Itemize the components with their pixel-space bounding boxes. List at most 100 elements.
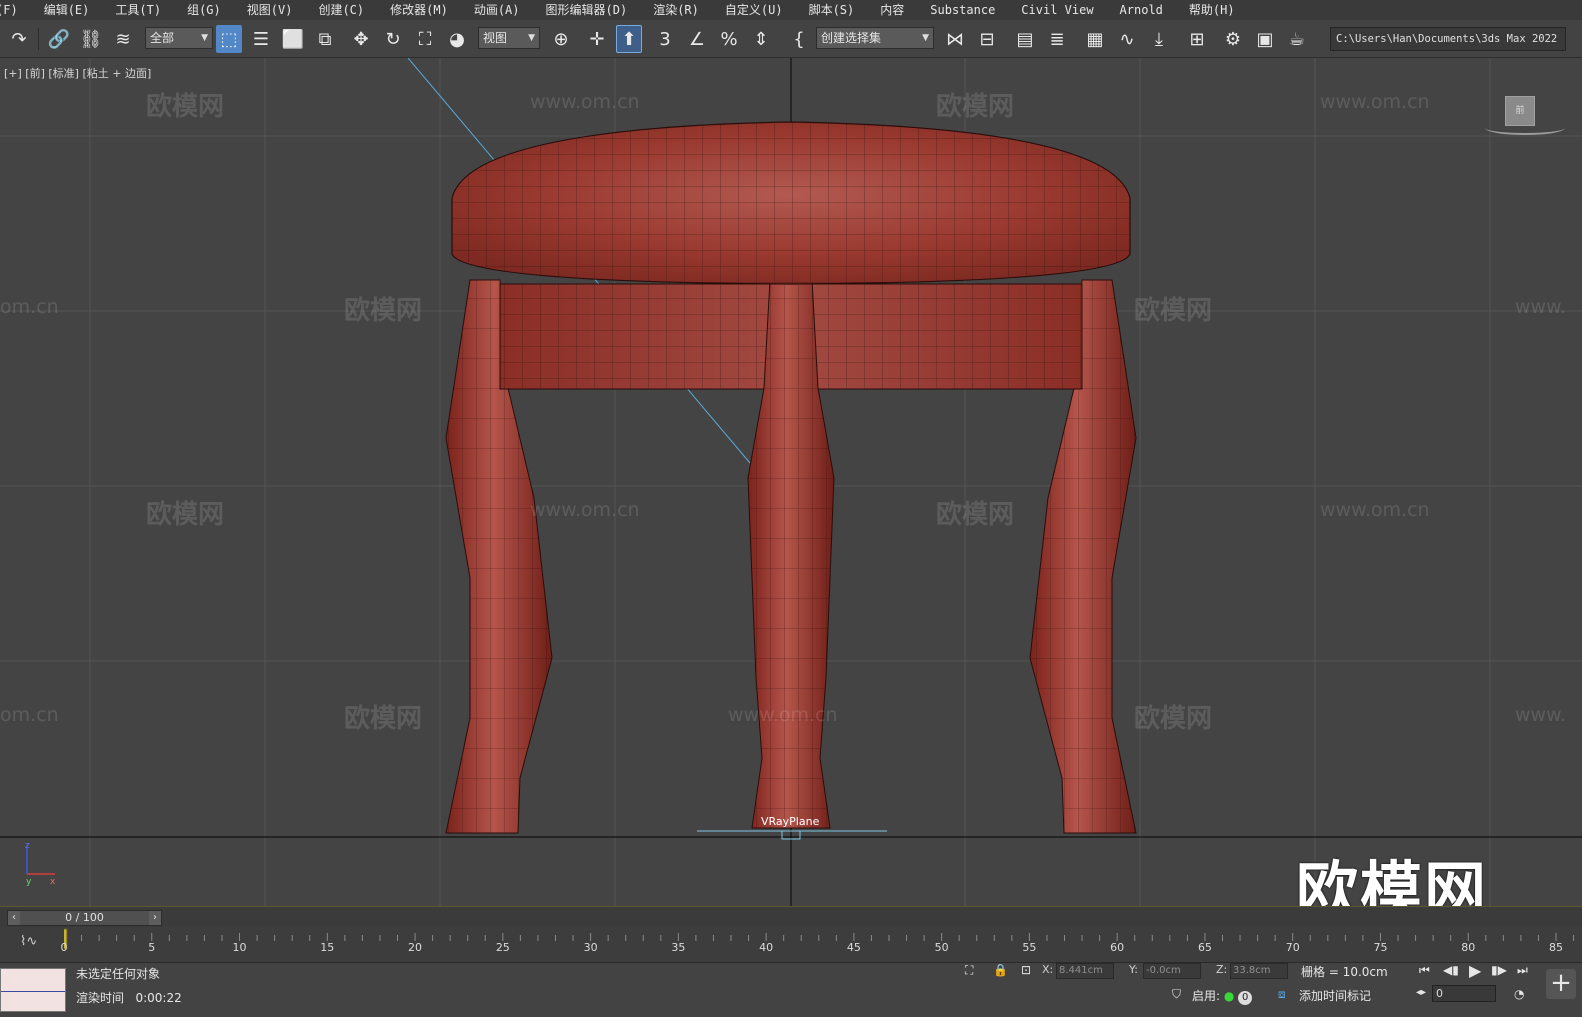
menu-item[interactable]: (F) bbox=[0, 0, 31, 20]
named-selection-dropdown[interactable]: 创建选择集 ▼ bbox=[816, 27, 934, 49]
z-label: Z: bbox=[1216, 963, 1228, 976]
menu-item[interactable]: Substance bbox=[917, 0, 1008, 20]
time-config-icon[interactable]: ◔ bbox=[1514, 987, 1524, 1001]
next-frame-icon[interactable]: ▮▶ bbox=[1491, 963, 1507, 977]
viewport-label-menu[interactable]: [+] [前] [标准] [粘土 + 边面] bbox=[4, 65, 151, 81]
previous-frame-icon[interactable]: ◀▮ bbox=[1443, 963, 1459, 977]
menu-item[interactable]: 编辑(E) bbox=[31, 0, 103, 20]
menu-item[interactable]: 帮助(H) bbox=[1176, 0, 1248, 20]
vray-plane-gizmo bbox=[697, 830, 887, 840]
tick-label: 55 bbox=[1022, 941, 1037, 954]
snaps-toggle-icon[interactable]: 3 bbox=[652, 25, 678, 53]
move-icon[interactable]: ✥ bbox=[348, 25, 374, 53]
time-slider-bar: ‹ 0 / 100 › bbox=[0, 906, 1582, 927]
z-coordinate-field[interactable]: 33.8cm bbox=[1230, 963, 1288, 979]
viewcube-compass-ring[interactable] bbox=[1485, 121, 1565, 135]
menu-item[interactable]: 工具(T) bbox=[102, 0, 174, 20]
menu-item[interactable]: 组(G) bbox=[174, 0, 234, 20]
curve-editor-icon[interactable]: ∿ bbox=[1114, 25, 1140, 53]
place-icon[interactable]: ◕ bbox=[444, 25, 470, 53]
mirror-icon[interactable]: ⋈ bbox=[942, 25, 968, 53]
menu-item[interactable]: 修改器(M) bbox=[377, 0, 461, 20]
tick-label: 45 bbox=[846, 941, 861, 954]
render-teapot-icon[interactable]: ☕ bbox=[1284, 25, 1310, 53]
menu-item[interactable]: 脚本(S) bbox=[796, 0, 868, 20]
window-crossing-icon[interactable]: ⧉ bbox=[312, 25, 338, 53]
go-to-end-icon[interactable]: ⏭ bbox=[1517, 963, 1528, 978]
edit-named-selection-icon[interactable]: { bbox=[786, 25, 812, 53]
chevron-right-icon[interactable]: › bbox=[149, 911, 161, 925]
enable-label: 启用: ● 0 bbox=[1192, 987, 1253, 1005]
schematic-view-icon[interactable]: ⤓ bbox=[1146, 25, 1172, 53]
rendered-frame-window-icon[interactable]: ▣ bbox=[1252, 25, 1278, 53]
toolbar-separator bbox=[38, 28, 39, 50]
menu-item[interactable]: 创建(C) bbox=[305, 0, 377, 20]
rotate-icon[interactable]: ↻ bbox=[380, 25, 406, 53]
spinner-snap-icon[interactable]: ⇕ bbox=[748, 25, 774, 53]
menu-item[interactable]: Arnold bbox=[1107, 0, 1176, 20]
watermark-url-partial: om.cn bbox=[0, 296, 59, 318]
viewport-canvas[interactable]: z y x bbox=[0, 58, 1582, 906]
menu-item[interactable]: 渲染(R) bbox=[640, 0, 712, 20]
unlink-icon[interactable]: ⛓ bbox=[78, 25, 104, 53]
link-icon[interactable]: 🔗 bbox=[46, 25, 72, 53]
x-coordinate-field[interactable]: 8.441cm bbox=[1056, 963, 1114, 979]
absolute-mode-icon[interactable]: ⊡ bbox=[1021, 963, 1031, 977]
ribbon-toggle-icon[interactable]: ▦ bbox=[1082, 25, 1108, 53]
menu-item[interactable]: 视图(V) bbox=[234, 0, 306, 20]
layer-explorer-icon[interactable]: ≣ bbox=[1044, 25, 1070, 53]
coord-system-value: 视图 bbox=[483, 31, 508, 45]
frame-spinner-icon[interactable]: ◂▸ bbox=[1416, 987, 1426, 998]
selection-filter-dropdown[interactable]: 全部 ▼ bbox=[145, 27, 213, 49]
menu-bar: (F)编辑(E)工具(T)组(G)视图(V)创建(C)修改器(M)动画(A)图形… bbox=[0, 0, 1582, 20]
y-coordinate-field[interactable]: -0.0cm bbox=[1143, 963, 1201, 979]
select-by-name-icon[interactable]: ☰ bbox=[248, 25, 274, 53]
select-object-icon[interactable]: ⬚ bbox=[216, 25, 242, 53]
add-time-tag[interactable]: 添加时间标记 bbox=[1299, 987, 1371, 1004]
scale-icon[interactable]: ⛶ bbox=[412, 25, 438, 53]
scene-explorer-icon[interactable]: ▤ bbox=[1012, 25, 1038, 53]
align-icon[interactable]: ⊟ bbox=[974, 25, 1000, 53]
isolate-selection-icon[interactable]: ⛶ bbox=[965, 963, 973, 978]
add-viewport-button[interactable]: + bbox=[1546, 969, 1576, 999]
time-tag-icon[interactable]: ⧈ bbox=[1278, 987, 1286, 1002]
project-folder-path[interactable]: C:\Users\Han\Documents\3ds Max 2022 bbox=[1330, 27, 1566, 51]
reference-coordinate-dropdown[interactable]: 视图 ▼ bbox=[478, 27, 540, 49]
enable-count[interactable]: 0 bbox=[1238, 991, 1253, 1005]
percent-snap-icon[interactable]: % bbox=[716, 25, 742, 53]
pivot-center-icon[interactable]: ⊕ bbox=[548, 25, 574, 53]
time-slider[interactable]: ‹ 0 / 100 › bbox=[7, 910, 162, 926]
play-icon[interactable]: ▶ bbox=[1469, 961, 1481, 980]
menu-item[interactable]: 自定义(U) bbox=[712, 0, 796, 20]
menu-item[interactable]: 图形编辑器(D) bbox=[533, 0, 641, 20]
tick-label: 80 bbox=[1461, 941, 1476, 954]
render-time-value: 0:00:22 bbox=[135, 991, 182, 1005]
material-editor-icon[interactable]: ⊞ bbox=[1184, 25, 1210, 53]
keyboard-shortcut-override-icon[interactable]: ⬆ bbox=[616, 25, 642, 53]
enable-text: 启用: bbox=[1192, 989, 1221, 1003]
angle-snap-icon[interactable]: ∠ bbox=[684, 25, 710, 53]
selection-lock-icon[interactable]: 🔒 bbox=[993, 963, 1008, 977]
redo-icon[interactable]: ↷ bbox=[6, 25, 32, 53]
front-viewport[interactable]: z y x [+] [前] [标准] [粘土 + 边面] 欧模网 www.om.… bbox=[0, 58, 1582, 906]
menu-item[interactable]: 动画(A) bbox=[461, 0, 533, 20]
selection-status: 未选定任何对象 bbox=[76, 967, 161, 981]
select-manipulate-icon[interactable]: ✛ bbox=[584, 25, 610, 53]
rectangular-selection-icon[interactable]: ⬜ bbox=[280, 25, 306, 53]
menu-item[interactable]: 内容 bbox=[867, 0, 917, 20]
chevron-left-icon[interactable]: ‹ bbox=[8, 911, 20, 925]
current-frame-field[interactable]: 0 bbox=[1432, 985, 1496, 1002]
menu-item[interactable]: Civil View bbox=[1008, 0, 1106, 20]
mini-curve-editor-icon[interactable]: ⌇∿ bbox=[20, 934, 37, 949]
bind-space-warp-icon[interactable]: ≋ bbox=[110, 25, 136, 53]
chevron-down-icon: ▼ bbox=[201, 33, 208, 43]
watermark-text: 欧模网 bbox=[936, 500, 1015, 530]
x-label: X: bbox=[1042, 963, 1054, 976]
brand-watermark: 欧模网 bbox=[1296, 854, 1489, 906]
go-to-start-icon[interactable]: ⏮ bbox=[1419, 963, 1430, 978]
shield-icon[interactable]: ⛉ bbox=[1172, 987, 1181, 1002]
render-setup-icon[interactable]: ⚙ bbox=[1220, 25, 1246, 53]
track-bar[interactable]: ⌇∿ 0 5 10 15 20 25 30 35 40 45 50 55 60 65 70 75 80 85 bbox=[0, 927, 1582, 963]
axis-y-label: y bbox=[26, 877, 32, 887]
maxscript-mini-listener[interactable] bbox=[0, 968, 66, 1012]
